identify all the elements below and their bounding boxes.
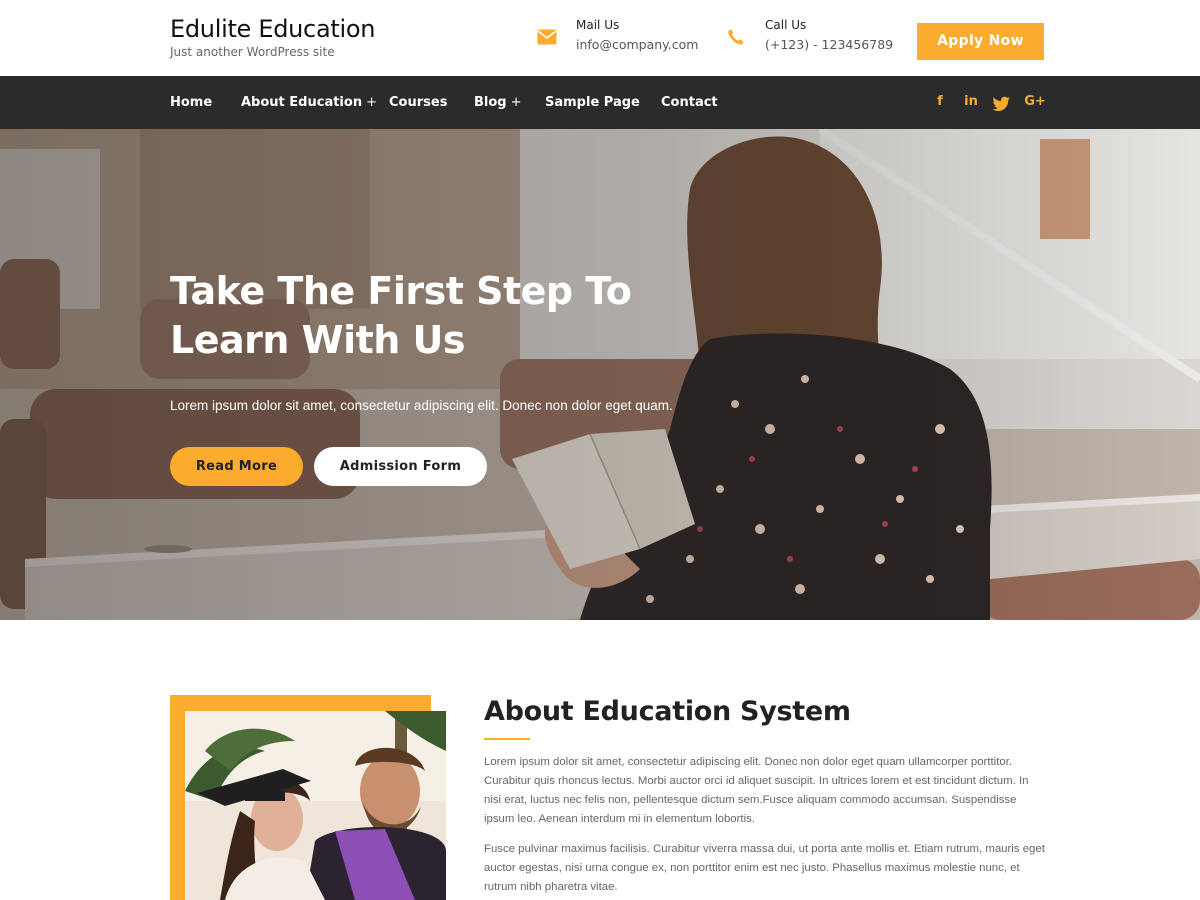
envelope-icon [537, 29, 557, 45]
google-plus-icon[interactable]: G+ [1024, 94, 1046, 110]
admission-form-button[interactable]: Admission Form [314, 447, 487, 486]
read-more-button[interactable]: Read More [170, 447, 303, 486]
nav-item-label: Contact [661, 95, 718, 110]
nav-item-label: About Education [241, 95, 363, 110]
hero-banner: Take The First Step To Learn With Us Lor… [0, 129, 1200, 620]
call-label: Call Us [765, 18, 807, 32]
nav-item-about-education[interactable]: About Education + [241, 95, 377, 110]
nav-item-label: Sample Page [545, 95, 640, 110]
site-title[interactable]: Edulite Education [170, 15, 375, 43]
title-underline [484, 738, 530, 740]
submenu-plus-icon: + [510, 95, 522, 110]
nav-item-label: Courses [389, 95, 448, 110]
apply-now-button[interactable]: Apply Now [917, 23, 1044, 60]
main-nav: Home About Education + Courses Blog + Samp… [0, 76, 1200, 129]
hero-text: Lorem ipsum dolor sit amet, consectetur … [170, 398, 673, 413]
site-header: Edulite Education Just another WordPress… [0, 0, 1200, 76]
about-paragraph-2: Fusce pulvinar maximus facilisis. Curabi… [484, 843, 1045, 893]
nav-item-blog[interactable]: Blog + [474, 95, 522, 110]
mail-label: Mail Us [576, 18, 620, 32]
submenu-plus-icon: + [366, 95, 377, 110]
call-value[interactable]: (+123) - 123456789 [765, 37, 893, 52]
nav-item-sample-page[interactable]: Sample Page [545, 95, 640, 110]
nav-item-home[interactable]: Home [170, 95, 212, 110]
mail-value[interactable]: info@company.com [576, 37, 698, 52]
nav-item-label: Home [170, 95, 213, 110]
hero-overlay [0, 129, 1200, 620]
about-title: About Education System [484, 696, 851, 727]
contact-mail: Mail Us info@company.com [537, 18, 707, 58]
linkedin-icon[interactable]: in [961, 94, 981, 110]
about-paragraph-1: Lorem ipsum dolor sit amet, consectetur … [484, 756, 1029, 825]
nav-item-courses[interactable]: Courses [389, 95, 447, 110]
nav-item-contact[interactable]: Contact [661, 95, 718, 110]
about-graduates-image [185, 711, 446, 900]
phone-icon [728, 29, 744, 45]
twitter-icon[interactable] [992, 96, 1010, 112]
site-tagline: Just another WordPress site [170, 45, 335, 59]
nav-item-label: Blog [474, 95, 507, 110]
facebook-icon[interactable]: f [931, 94, 949, 110]
hero-title: Take The First Step To Learn With Us [170, 269, 632, 362]
contact-call: Call Us (+123) - 123456789 [726, 18, 893, 58]
